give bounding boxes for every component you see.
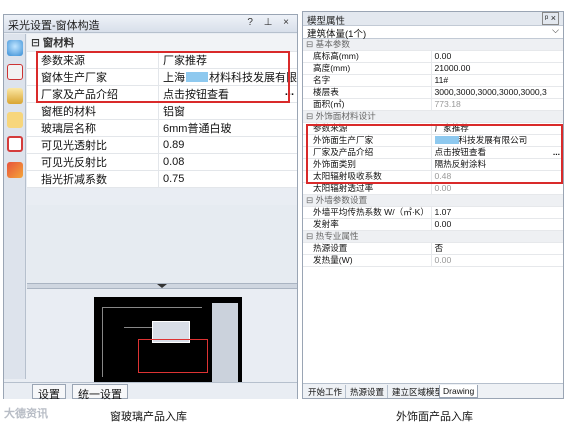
preview-line <box>102 307 103 377</box>
sky-icon[interactable] <box>7 40 23 56</box>
property-value[interactable]: 21000.00 <box>431 62 563 75</box>
object-selector[interactable]: 建筑体量(1个) ⌵ <box>303 25 563 40</box>
property-value[interactable]: 1.07 <box>431 206 563 219</box>
watermark-logo: 大德资讯 <box>4 408 48 420</box>
property-value[interactable]: 11# <box>431 74 563 87</box>
sun-icon[interactable] <box>7 112 23 128</box>
flag-icon[interactable] <box>7 64 23 80</box>
panel-title: 采光设置-窗体构造 <box>8 20 100 32</box>
property-key: 外墙平均传热系数 W/（㎡·K） <box>303 206 432 219</box>
property-row[interactable]: 指光折减系数 0.75 <box>27 170 297 188</box>
category-label: 窗材料 <box>42 36 75 49</box>
category-label: 基本参数 <box>315 39 350 49</box>
material-icon[interactable] <box>7 162 23 178</box>
property-key: 热源设置 <box>303 242 432 255</box>
property-row[interactable]: 发射率 0.00 <box>303 218 563 231</box>
property-value[interactable]: 6mm普通白玻 <box>158 119 297 137</box>
property-key: 名字 <box>303 74 432 87</box>
tab-unified-settings[interactable]: 统一设置 <box>72 384 128 401</box>
model-properties-panel: 模型属性 ᵖ × 建筑体量(1个) ⌵ ⊟ 基本参数 底标高(mm) 0.00 高… <box>302 11 564 399</box>
property-row[interactable]: 太阳辐射透过率 0.00 <box>303 182 563 195</box>
category-row[interactable]: ⊟ 热专业属性 <box>303 230 563 243</box>
property-row[interactable]: 可见光反射比 0.08 <box>27 153 297 171</box>
property-row[interactable]: 外墙平均传热系数 W/（㎡·K） 1.07 <box>303 206 563 219</box>
property-key: 窗框的材料 <box>27 102 159 120</box>
property-value[interactable]: 铝窗 <box>158 102 297 120</box>
category-label: 外墙参数设置 <box>315 195 368 205</box>
property-key: 面积(㎡) <box>303 98 432 111</box>
property-value[interactable]: 0.00 <box>431 218 563 231</box>
property-row[interactable]: 楼层表 3000,3000,3000,3000,3000,3 <box>303 86 563 99</box>
highlight-box <box>36 51 290 103</box>
bottom-tabs: 设置 统一设置 <box>4 382 297 401</box>
preview-side-panel <box>212 303 238 387</box>
tab-drawing[interactable]: Drawing <box>439 385 479 398</box>
preview-highlight <box>138 339 208 373</box>
preview-thumbnail <box>94 297 242 393</box>
property-row[interactable]: 可见光透射比 0.89 <box>27 136 297 154</box>
panel-window-controls[interactable]: ᵖ × <box>541 12 559 25</box>
panel-title-bar: 采光设置-窗体构造 ? ⊥ × <box>4 15 297 33</box>
category-label: 外饰面材料设计 <box>315 111 376 121</box>
tab-start-work[interactable]: 开始工作 <box>305 385 347 398</box>
object-selector-value: 建筑体量(1个) <box>307 29 367 40</box>
panel-splitter[interactable] <box>27 283 297 289</box>
property-value: 0.00 <box>431 254 563 267</box>
bottom-tabs: 开始工作 热源设置 建立区域模型 Drawing <box>303 383 563 398</box>
category-row[interactable]: ⊟ 外墙参数设置 <box>303 194 563 207</box>
category-label: 热专业属性 <box>315 231 359 241</box>
property-row[interactable]: 窗框的材料 铝窗 <box>27 102 297 120</box>
property-row[interactable]: 底标高(mm) 0.00 <box>303 50 563 63</box>
folder-icon[interactable] <box>7 88 23 104</box>
property-value: 0.00 <box>431 182 563 195</box>
property-value[interactable]: 0.89 <box>158 136 297 154</box>
property-row[interactable]: 名字 11# <box>303 74 563 87</box>
highlight-box <box>306 124 563 184</box>
property-value: 773.18 <box>431 98 563 111</box>
panel-window-controls[interactable]: ? ⊥ × <box>247 17 293 28</box>
tab-heat-source[interactable]: 热源设置 <box>347 385 389 398</box>
property-key: 可见光反射比 <box>27 153 159 171</box>
property-key: 玻璃层名称 <box>27 119 159 137</box>
property-key: 发热量(W) <box>303 254 432 267</box>
chevron-down-icon[interactable]: ⌵ <box>552 25 559 36</box>
category-row[interactable]: ⊟ 外饰面材料设计 <box>303 110 563 123</box>
property-key: 发射率 <box>303 218 432 231</box>
grid-empty-area <box>27 205 297 283</box>
property-value[interactable]: 0.00 <box>431 50 563 63</box>
property-value[interactable]: 0.08 <box>158 153 297 171</box>
collapse-arrow-icon[interactable] <box>157 284 167 288</box>
property-value[interactable]: 0.75 <box>158 170 297 188</box>
property-value[interactable]: 3000,3000,3000,3000,3000,3 <box>431 86 563 99</box>
property-key: 指光折减系数 <box>27 170 159 188</box>
property-key: 太阳辐射透过率 <box>303 182 432 195</box>
property-row[interactable]: 玻璃层名称 6mm普通白玻 <box>27 119 297 137</box>
property-row[interactable]: 发热量(W) 0.00 <box>303 254 563 267</box>
property-row[interactable]: 高度(mm) 21000.00 <box>303 62 563 75</box>
property-key: 底标高(mm) <box>303 50 432 63</box>
window-icon[interactable] <box>7 136 23 152</box>
category-row[interactable]: ⊟ 基本参数 <box>303 39 563 51</box>
property-row[interactable]: 面积(㎡) 773.18 <box>303 98 563 111</box>
panel-title-bar: 模型属性 ᵖ × <box>303 12 563 27</box>
property-value[interactable]: 否 <box>431 242 563 255</box>
caption-left: 窗玻璃产品入库 <box>110 411 187 423</box>
preview-line <box>102 307 202 308</box>
property-key: 可见光透射比 <box>27 136 159 154</box>
property-key: 高度(mm) <box>303 62 432 75</box>
property-row[interactable]: 热源设置否 <box>303 242 563 255</box>
property-key: 楼层表 <box>303 86 432 99</box>
tool-strip <box>4 34 26 379</box>
tab-settings[interactable]: 设置 <box>32 384 66 401</box>
caption-right: 外饰面产品入库 <box>396 411 473 423</box>
screenshot-root: 采光设置-窗体构造 ? ⊥ × ⊟ 窗材料 参数来源 厂家推荐 窗体生产厂家 上… <box>0 0 571 425</box>
category-row[interactable]: ⊟ 窗材料 <box>27 34 297 52</box>
